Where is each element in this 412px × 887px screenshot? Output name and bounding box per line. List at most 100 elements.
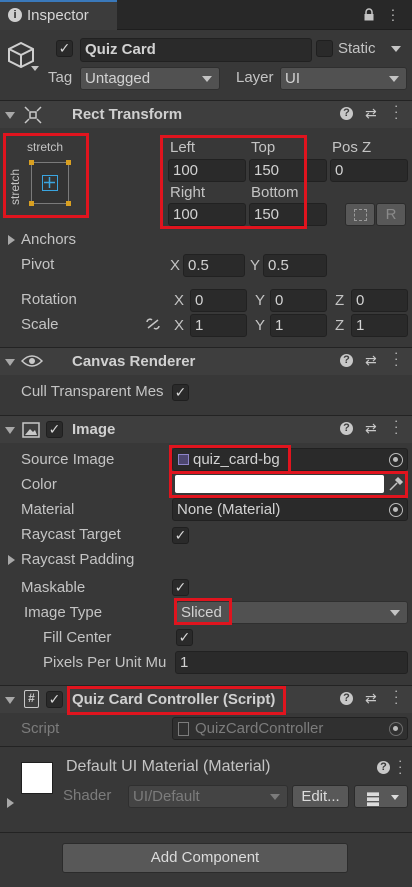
source-image-label: Source Image (21, 451, 115, 468)
static-checkbox[interactable] (316, 40, 333, 57)
rot-x-field[interactable]: 0 (190, 289, 247, 312)
lock-icon[interactable] (363, 8, 375, 21)
fold-arrow[interactable] (5, 427, 15, 434)
rot-x-label[interactable]: X (174, 292, 184, 310)
script-enabled-checkbox[interactable]: ✓ (46, 691, 63, 708)
rot-z-label[interactable]: Z (335, 292, 344, 310)
component-menu-icon[interactable]: · · · (394, 414, 398, 439)
shader-edit-button[interactable]: Edit... (292, 785, 349, 808)
object-picker-icon (389, 722, 403, 736)
name-field[interactable]: Quiz Card (80, 38, 312, 62)
canvas-renderer-header[interactable]: Canvas Renderer ? ⇄ · · · (0, 346, 412, 375)
rot-y-label[interactable]: Y (255, 292, 265, 310)
tag-dropdown[interactable]: Untagged (80, 67, 220, 90)
preset-icon[interactable]: ⇄ (365, 690, 377, 707)
cull-label-clip: Cull Transparent Mes (21, 383, 169, 403)
material-field[interactable]: None (Material) (172, 498, 408, 521)
scale-label: Scale (21, 316, 59, 333)
object-picker-icon[interactable] (389, 503, 403, 517)
raycast-padding-fold-arrow[interactable] (8, 555, 15, 565)
fill-center-checkbox[interactable]: ✓ (176, 629, 193, 646)
highlight-image-type (174, 598, 232, 625)
tab-title: Inspector (27, 7, 89, 24)
static-label: Static (338, 40, 376, 57)
component-menu-icon[interactable]: · · · (394, 684, 398, 709)
scale-z-field[interactable]: 1 (351, 314, 408, 337)
scale-y-field[interactable]: 1 (270, 314, 327, 337)
chevron-down-icon (391, 795, 399, 800)
script-field: QuizCardController (172, 717, 408, 740)
preset-icon[interactable]: ⇄ (365, 105, 377, 122)
help-icon[interactable]: ? (340, 107, 353, 120)
pivot-x-label[interactable]: X (170, 257, 180, 275)
help-icon[interactable]: ? (340, 692, 353, 705)
bottom-divider (0, 832, 412, 833)
script-value: QuizCardController (195, 720, 324, 737)
raycast-target-checkbox[interactable]: ✓ (172, 527, 189, 544)
tab-inspector[interactable]: i Inspector (0, 0, 117, 30)
anchors-label[interactable]: Anchors (21, 231, 76, 249)
material-fold-arrow[interactable] (7, 798, 14, 808)
shader-dropdown[interactable]: UI/Default (128, 785, 288, 808)
pivot-x-field[interactable]: 0.5 (183, 254, 245, 277)
rotation-label: Rotation (21, 291, 77, 308)
image-enabled-checkbox[interactable]: ✓ (46, 421, 63, 438)
active-toggle[interactable]: ✓ (56, 40, 73, 57)
maskable-checkbox[interactable]: ✓ (172, 579, 189, 596)
anchors-fold-arrow[interactable] (8, 235, 15, 245)
icon-dropdown-arrow[interactable] (31, 66, 39, 71)
rot-y-field[interactable]: 0 (270, 289, 327, 312)
highlight-script-title (67, 686, 286, 715)
component-menu-icon[interactable]: · · · (398, 754, 402, 779)
scale-x-label[interactable]: X (174, 317, 184, 335)
blueprint-mode-button[interactable] (345, 203, 375, 226)
shader-label: Shader (63, 787, 112, 804)
blueprint-icon (354, 209, 367, 221)
ppu-field[interactable]: 1 (175, 651, 408, 674)
pivot-y-label[interactable]: Y (250, 257, 260, 275)
posz-field[interactable]: 0 (330, 159, 408, 182)
pivot-y-field[interactable]: 0.5 (263, 254, 327, 277)
image-header[interactable]: ✓ Image ? ⇄ · · · (0, 414, 412, 443)
help-icon[interactable]: ? (340, 354, 353, 367)
component-menu-icon[interactable]: · · · (394, 99, 398, 124)
component-menu-icon[interactable]: · · · (394, 346, 398, 371)
canvas-renderer-title: Canvas Renderer (72, 353, 196, 370)
maskable-label: Maskable (21, 579, 86, 596)
help-icon[interactable]: ? (340, 422, 353, 435)
image-icon (22, 422, 40, 438)
scale-x-field[interactable]: 1 (190, 314, 247, 337)
static-dropdown-arrow[interactable] (386, 38, 408, 62)
add-component-button[interactable]: Add Component (62, 843, 348, 873)
ppu-label: Pixels Per Unit Mu (43, 654, 167, 671)
preset-icon[interactable]: ⇄ (365, 352, 377, 369)
raycast-padding-label[interactable]: Raycast Padding (21, 551, 134, 569)
image-title: Image (72, 421, 116, 438)
rect-transform-header[interactable]: Rect Transform ? ⇄ · · · (0, 99, 412, 128)
fold-arrow[interactable] (5, 359, 15, 366)
tag-value: Untagged (85, 70, 151, 87)
highlight-source-image (169, 445, 291, 474)
raw-edit-button[interactable]: R (376, 203, 406, 226)
raycast-target-label: Raycast Target (21, 526, 121, 543)
tag-label: Tag (48, 69, 73, 86)
material-label: Material (21, 501, 75, 518)
cull-transparent-checkbox[interactable]: ✓ (172, 384, 189, 401)
fold-arrow[interactable] (5, 112, 15, 119)
shader-options-button[interactable]: ▬ ▬ ▬ (354, 785, 408, 808)
eye-icon (20, 354, 44, 368)
help-icon[interactable]: ? (377, 761, 390, 774)
scale-link-icon[interactable] (145, 317, 161, 331)
highlight-anchor-preset (3, 133, 89, 218)
layer-dropdown[interactable]: UI (280, 67, 407, 90)
object-picker-icon[interactable] (389, 453, 403, 467)
scale-z-label[interactable]: Z (335, 317, 344, 335)
rect-transform-title: Rect Transform (72, 106, 183, 123)
rot-z-field[interactable]: 0 (351, 289, 408, 312)
menu-dots-icon[interactable]: · · · (390, 2, 396, 26)
highlight-offsets (160, 135, 307, 229)
material-title: Default UI Material (Material) (66, 758, 271, 775)
fold-arrow[interactable] (5, 697, 15, 704)
scale-y-label[interactable]: Y (255, 317, 265, 335)
preset-icon[interactable]: ⇄ (365, 420, 377, 437)
